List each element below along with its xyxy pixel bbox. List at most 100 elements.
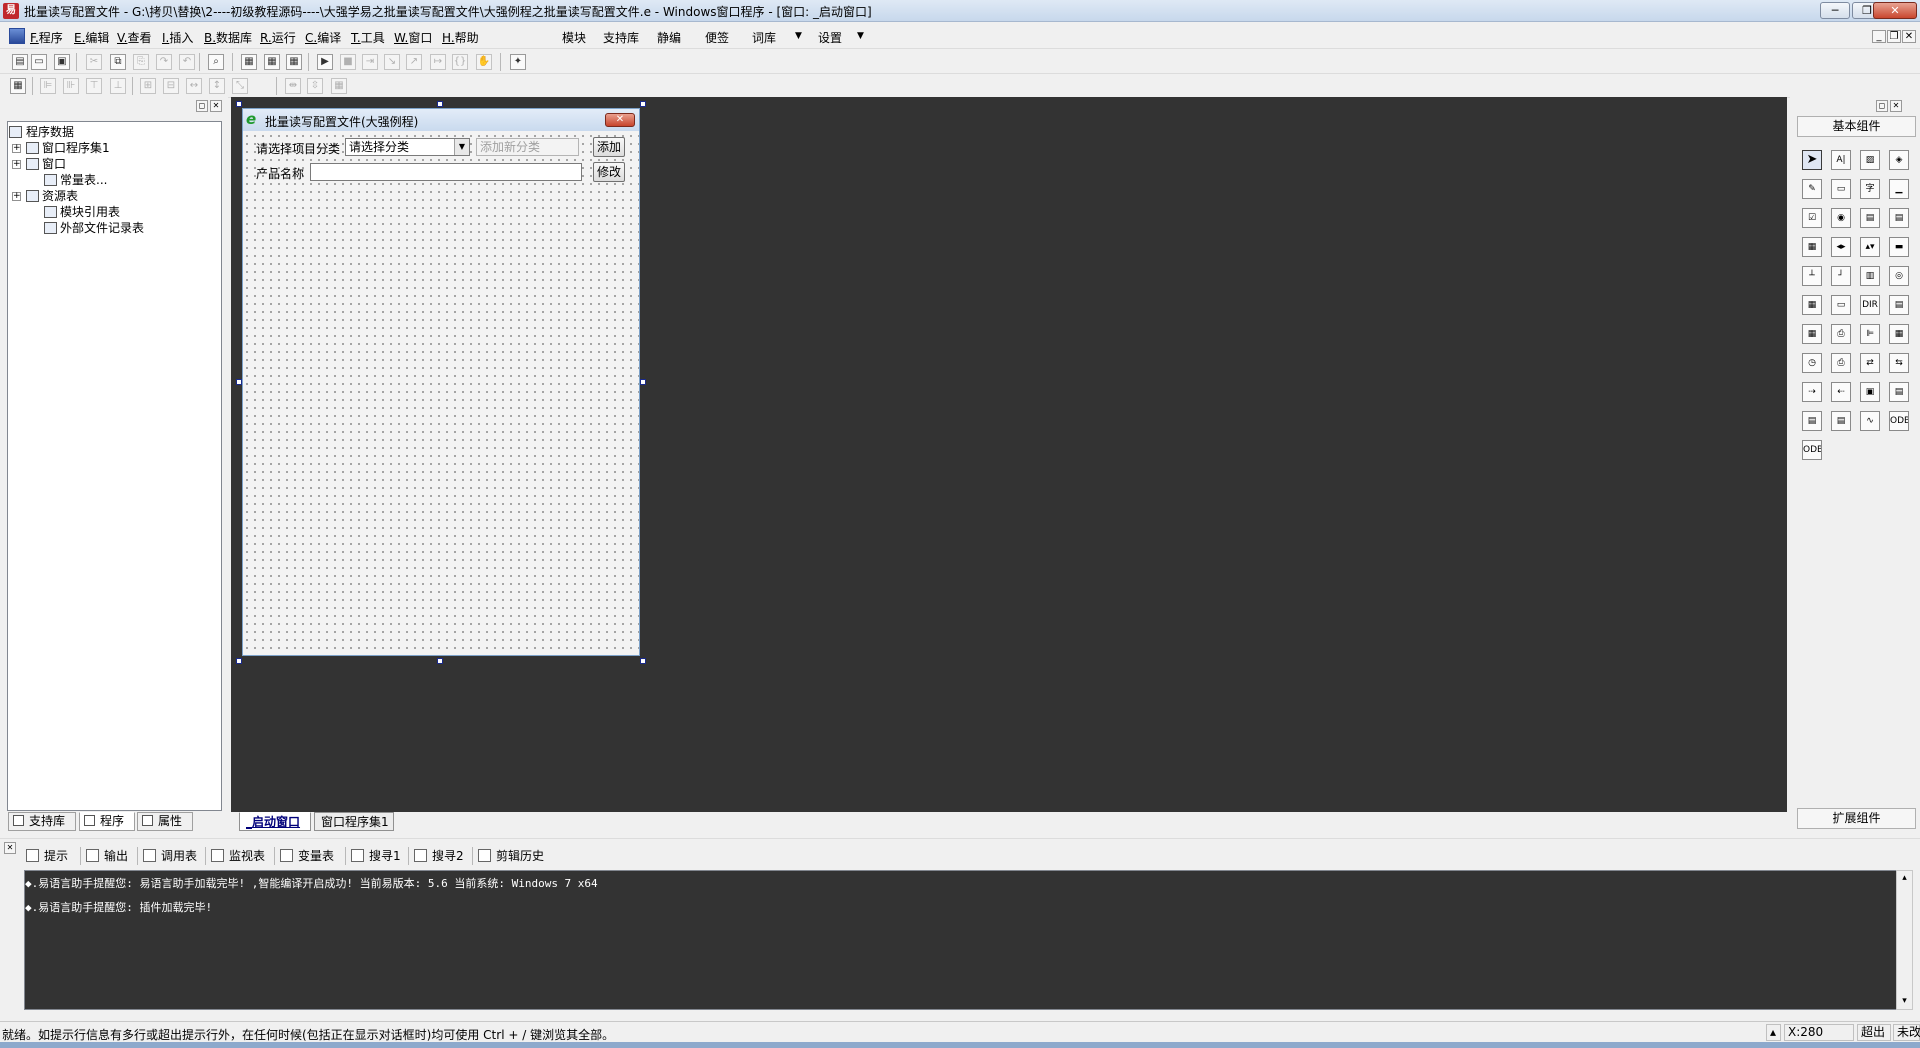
- output-tab-4[interactable]: 变量表: [280, 847, 334, 867]
- extra-menu-0[interactable]: 模块: [562, 29, 586, 46]
- left-tab-2[interactable]: 属性: [137, 812, 193, 831]
- mdi-restore-button[interactable]: ❐: [1887, 30, 1901, 43]
- client-icon[interactable]: ⇢: [1802, 382, 1822, 402]
- run-to-cursor-icon[interactable]: ↦: [430, 54, 446, 70]
- output-tab-6[interactable]: 搜寻2: [414, 847, 464, 867]
- left-panel-pin-button[interactable]: ◻: [196, 100, 208, 112]
- server-icon[interactable]: ⇠: [1831, 382, 1851, 402]
- text-label-icon[interactable]: 字: [1860, 179, 1880, 199]
- stop-icon[interactable]: ■: [340, 54, 356, 70]
- vscroll-icon[interactable]: ▴▾: [1860, 237, 1880, 257]
- menu-item-1[interactable]: E.编辑: [74, 29, 109, 46]
- grid-list-icon[interactable]: ▦: [1802, 237, 1822, 257]
- expand-icon[interactable]: +: [12, 160, 21, 169]
- db-table-icon[interactable]: ▤: [1802, 411, 1822, 431]
- scroll-down-icon[interactable]: ▾: [1898, 995, 1911, 1008]
- picture-box-icon[interactable]: ▨: [1860, 150, 1880, 170]
- mdi-close-button[interactable]: ✕: [1902, 30, 1916, 43]
- output-tab-0[interactable]: 提示: [26, 847, 68, 867]
- extra-menu-2[interactable]: 静编: [657, 29, 681, 46]
- output-log[interactable]: ◆.易语言助手提醒您: 易语言助手加载完毕! ,智能编译开启成功! 当前易版本:…: [24, 870, 1897, 1010]
- align-right-icon[interactable]: ⊪: [63, 78, 79, 94]
- right-panel-close-button[interactable]: ✕: [1890, 100, 1902, 112]
- layout-2-icon[interactable]: ▦: [264, 54, 280, 70]
- add-button[interactable]: 添加: [593, 137, 625, 157]
- net-icon[interactable]: ⇄: [1860, 353, 1880, 373]
- print-icon[interactable]: ⎙: [1831, 353, 1851, 373]
- tree-item[interactable]: 外部文件记录表: [8, 220, 218, 236]
- radio-icon[interactable]: ◉: [1831, 208, 1851, 228]
- resize-handle-ne[interactable]: [640, 101, 646, 107]
- cut-icon[interactable]: ✂: [86, 54, 102, 70]
- expand-icon[interactable]: +: [12, 144, 21, 153]
- button-icon[interactable]: ▭: [1831, 295, 1851, 315]
- product-name-label[interactable]: 产品名称: [256, 165, 304, 182]
- expand-icon[interactable]: +: [12, 192, 21, 201]
- mdi-minimize-button[interactable]: _: [1872, 30, 1886, 43]
- chevron-down-icon[interactable]: ▼: [795, 31, 802, 41]
- frame-icon[interactable]: ▣: [1860, 382, 1880, 402]
- combo-box-icon[interactable]: ▤: [1860, 208, 1880, 228]
- resize-handle-w[interactable]: [236, 379, 242, 385]
- socket-icon[interactable]: ⇆: [1889, 353, 1909, 373]
- menu-item-5[interactable]: R.运行: [260, 29, 296, 46]
- extra-menu-5[interactable]: 设置: [818, 29, 842, 46]
- file-box-icon[interactable]: ▤: [1889, 295, 1909, 315]
- basic-components-header[interactable]: 基本组件: [1797, 116, 1916, 137]
- menu-item-2[interactable]: V.查看: [117, 29, 152, 46]
- pointer-icon[interactable]: ➤: [1802, 150, 1822, 170]
- chart-icon[interactable]: ∿: [1860, 411, 1880, 431]
- close-button[interactable]: ✕: [1873, 2, 1917, 19]
- status-scroll-icon[interactable]: ▴: [1766, 1024, 1781, 1041]
- split-icon[interactable]: ▥: [1860, 266, 1880, 286]
- output-tab-3[interactable]: 监视表: [211, 847, 265, 867]
- menu-item-9[interactable]: H.帮助: [442, 29, 479, 46]
- step-out-icon[interactable]: ↗: [406, 54, 422, 70]
- right-panel-pin-button[interactable]: ◻: [1876, 100, 1888, 112]
- step-icon[interactable]: ⇥: [362, 54, 378, 70]
- db-provider-icon[interactable]: ▤: [1831, 411, 1851, 431]
- align-top-icon[interactable]: ⊤: [86, 78, 102, 94]
- chevron-down-icon[interactable]: ▼: [454, 139, 469, 155]
- hscroll-icon[interactable]: ◂▸: [1831, 237, 1851, 257]
- calendar-icon[interactable]: ▦: [1802, 295, 1822, 315]
- menu-item-0[interactable]: F.程序: [30, 29, 63, 46]
- tree-item[interactable]: + 窗口: [8, 156, 218, 172]
- step-in-icon[interactable]: ↘: [384, 54, 400, 70]
- resize-handle-n[interactable]: [437, 101, 443, 107]
- table-icon[interactable]: ▦: [1802, 324, 1822, 344]
- data-grid-icon[interactable]: ▦: [1889, 324, 1909, 344]
- tree-item[interactable]: 常量表...: [8, 172, 218, 188]
- menu-item-3[interactable]: I.插入: [162, 29, 193, 46]
- edit-box-icon[interactable]: ▁: [1889, 179, 1909, 199]
- menu-item-4[interactable]: B.数据库: [204, 29, 252, 46]
- left-panel-close-button[interactable]: ✕: [210, 100, 222, 112]
- output-tab-7[interactable]: 剪辑历史: [478, 847, 544, 867]
- output-close-button[interactable]: ✕: [4, 842, 16, 854]
- align-icon[interactable]: ⊫: [1860, 324, 1880, 344]
- left-tab-1[interactable]: 程序: [79, 812, 135, 831]
- menu-item-6[interactable]: C.编译: [305, 29, 341, 46]
- space-v-icon[interactable]: ⇳: [307, 78, 323, 94]
- extension-components-header[interactable]: 扩展组件: [1797, 808, 1916, 829]
- align-left-icon[interactable]: ⊫: [40, 78, 56, 94]
- resize-handle-se[interactable]: [640, 658, 646, 664]
- output-tab-1[interactable]: 输出: [86, 847, 128, 867]
- new-category-input[interactable]: 添加新分类: [476, 138, 579, 156]
- same-size-icon[interactable]: ⤡: [232, 78, 248, 94]
- plugin-icon[interactable]: ✦: [510, 54, 526, 70]
- shape-icon[interactable]: ◈: [1889, 150, 1909, 170]
- breakpoint-icon[interactable]: {}: [452, 54, 468, 70]
- tree-item[interactable]: + 资源表: [8, 188, 218, 204]
- panel-icon[interactable]: ▤: [1889, 382, 1909, 402]
- list-box-icon[interactable]: ▤: [1889, 208, 1909, 228]
- redo-icon[interactable]: ↷: [156, 54, 172, 70]
- printer-icon[interactable]: ⎙: [1831, 324, 1851, 344]
- hand-icon[interactable]: ✋: [476, 54, 492, 70]
- tree-item[interactable]: 程序数据: [8, 124, 218, 140]
- category-combo[interactable]: 请选择分类: [345, 138, 470, 156]
- scroll-up-icon[interactable]: ▴: [1898, 872, 1911, 885]
- tab-control-icon[interactable]: ┘: [1831, 266, 1851, 286]
- align-bottom-icon[interactable]: ⊥: [110, 78, 126, 94]
- left-tab-0[interactable]: 支持库: [8, 812, 76, 831]
